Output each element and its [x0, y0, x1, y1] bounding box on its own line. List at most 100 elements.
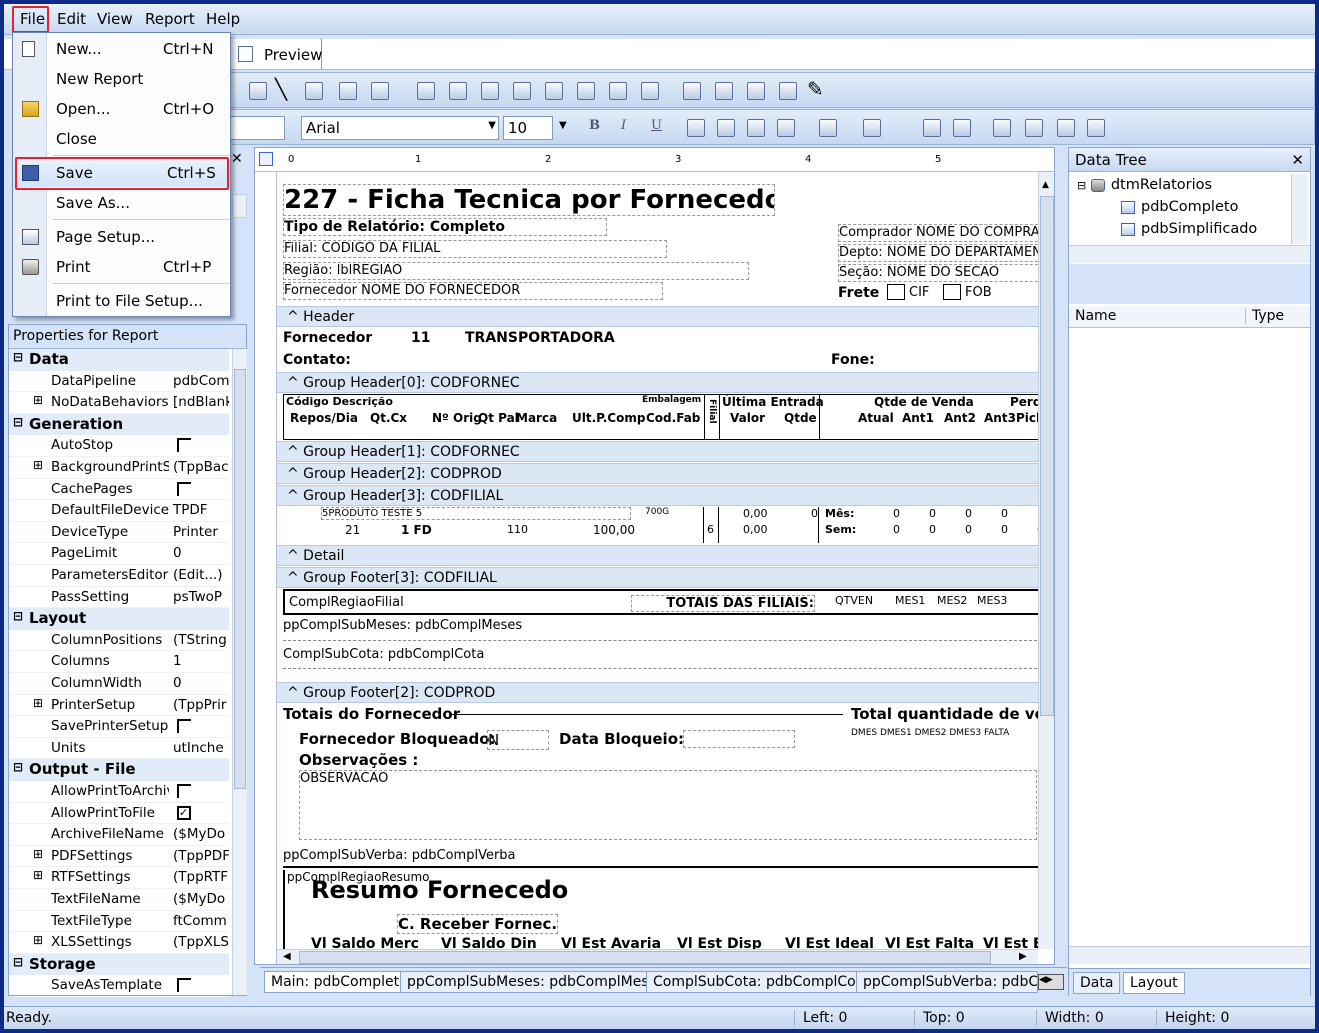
collapse-icon[interactable]: ⊟ — [13, 609, 23, 623]
component-icon[interactable] — [249, 82, 267, 100]
highlight-color-icon[interactable] — [863, 119, 881, 137]
menu-item-open[interactable]: Open... Ctrl+O — [13, 95, 230, 123]
property-row[interactable]: DefaultFileDevice TPDF — [9, 500, 229, 522]
italic-button[interactable]: I — [621, 118, 626, 133]
dbrichtext-icon[interactable] — [481, 82, 499, 100]
style-combo[interactable] — [227, 116, 285, 140]
page-break-icon[interactable] — [779, 82, 797, 100]
property-row[interactable]: ArchiveFileName ($MyDo — [9, 824, 229, 846]
totais-fornecedor-label[interactable]: Totais do Fornecedor — [283, 705, 460, 723]
column-name-header[interactable]: Name — [1075, 308, 1116, 324]
collapse-icon[interactable]: ⊟ — [13, 415, 23, 429]
properties-scrollbar[interactable] — [232, 349, 247, 995]
menu-report[interactable]: Report — [141, 10, 199, 28]
property-row[interactable]: ⊞ BackgroundPrintSe (TppBac — [9, 457, 229, 479]
property-row[interactable]: ⊞ RTFSettings (TppRTF — [9, 867, 229, 889]
tab-layout[interactable]: Layout — [1123, 972, 1185, 994]
pen-icon[interactable]: ✎ — [807, 77, 824, 101]
tab-sub-cota[interactable]: ComplSubCota: pdbComplCota — [646, 971, 877, 993]
property-row[interactable]: AllowPrintToFile ✓ — [9, 803, 229, 825]
expand-icon[interactable]: ⊞ — [33, 393, 43, 407]
bring-forward-icon[interactable] — [1057, 119, 1075, 137]
border-icon[interactable] — [953, 119, 971, 137]
tipo-relatorio-label[interactable]: Tipo de Relatório: Completo — [283, 218, 607, 236]
property-row[interactable]: SaveAsTemplate — [9, 975, 229, 997]
dbcheckbox-icon[interactable] — [609, 82, 627, 100]
property-row[interactable]: TextFileName ($MyDo — [9, 889, 229, 911]
fone-label[interactable]: Fone: — [831, 352, 875, 368]
menu-item-print[interactable]: Print Ctrl+P — [13, 253, 230, 281]
gf2-columns[interactable]: DMES DMES1 DMES2 DMES3 FALTA — [851, 728, 1009, 738]
ruler-units-icon[interactable] — [259, 152, 273, 166]
tab-scroll-icon[interactable]: ◀▶ — [1038, 974, 1064, 990]
bring-to-front-icon[interactable] — [993, 119, 1011, 137]
font-color-icon[interactable] — [819, 119, 837, 137]
band-group-header-3[interactable]: ^ Group Header[3]: CODFILIAL — [277, 485, 1038, 506]
scrollbar-thumb[interactable] — [1040, 196, 1054, 716]
property-row[interactable]: PageLimit 0 — [9, 543, 229, 565]
dbchart-icon[interactable] — [641, 82, 659, 100]
band-header[interactable]: ^ Header — [277, 306, 1038, 327]
tab-sub-verba[interactable]: ppComplSubVerba: pdbCo — [856, 971, 1038, 993]
dbtext-icon[interactable] — [417, 82, 435, 100]
regiao-resumo-region[interactable]: ppComplRegiaoResumo Resumo Fornecedo C. … — [283, 870, 1052, 952]
property-section[interactable]: ⊟ Layout — [9, 608, 229, 630]
line-icon[interactable]: ╲ — [275, 77, 287, 101]
comprador-label[interactable]: Comprador NOME DO COMPRA — [838, 224, 1048, 242]
tab-main[interactable]: Main: pdbCompleto — [264, 971, 415, 993]
secao-label[interactable]: Seção: NOME DO SECAO — [838, 264, 1048, 282]
fields-horizontal-scrollbar[interactable] — [1069, 946, 1310, 964]
menu-item-page-setup[interactable]: Page Setup... — [13, 223, 230, 251]
align-center-icon[interactable] — [717, 119, 735, 137]
align-left-icon[interactable] — [687, 119, 705, 137]
font-size-combo[interactable]: 10 — [503, 116, 553, 140]
design-horizontal-scrollbar[interactable]: ◀ ▶ — [277, 949, 1038, 964]
send-backward-icon[interactable] — [1087, 119, 1105, 137]
unchecked-checkbox[interactable] — [177, 978, 191, 993]
fornecedor-bloqueado-label[interactable]: Fornecedor Bloqueado: — [299, 730, 496, 748]
memo-icon[interactable] — [305, 82, 323, 100]
property-row[interactable]: ColumnWidth 0 — [9, 673, 229, 695]
property-row[interactable]: ⊞ PrinterSetup (TppPrir — [9, 695, 229, 717]
fornecedor-header-label[interactable]: Fornecedor NOME DO FORNECEDOR — [283, 282, 663, 300]
frete-label[interactable]: Frete — [838, 285, 879, 301]
band-group-header-0[interactable]: ^ Group Header[0]: CODFORNEC — [277, 372, 1038, 393]
property-section[interactable]: ⊟ Output - File — [9, 759, 229, 781]
property-row[interactable]: PassSetting psTwoP — [9, 587, 229, 609]
tree-item-pdbsimplificado[interactable]: pdbSimplificado — [1121, 221, 1257, 237]
menu-help[interactable]: Help — [202, 10, 244, 28]
underline-button[interactable]: U — [651, 118, 662, 133]
preview-button[interactable]: Preview — [232, 39, 322, 69]
checked-checkbox[interactable]: ✓ — [177, 805, 191, 820]
expand-icon[interactable]: ⊞ — [33, 458, 43, 472]
collapse-icon[interactable]: ⊟ — [13, 350, 23, 364]
property-row[interactable]: ⊞ XLSSettings (TppXLS — [9, 932, 229, 954]
detail-content[interactable]: 5PRODUTO TESTE 5 700G 0,00 0 Mês: 0 0 0 … — [283, 507, 1047, 545]
property-row[interactable]: TextFileType ftComm — [9, 911, 229, 933]
report-title[interactable]: 227 - Ficha Tecnica por Fornecedor — [283, 184, 775, 216]
property-row[interactable]: ⊞ NoDataBehaviors [ndBlank — [9, 392, 229, 414]
sub-meses-label[interactable]: ppComplSubMeses: pdbComplMeses — [283, 618, 522, 633]
property-row[interactable]: Units utInche — [9, 738, 229, 760]
menu-item-close[interactable]: Close — [13, 125, 230, 153]
collapse-icon[interactable]: ⊟ — [13, 955, 23, 969]
depto-label[interactable]: Depto: NOME DO DEPARTAMEN — [838, 244, 1048, 262]
fornecedor-name[interactable]: TRANSPORTADORA — [465, 330, 615, 346]
property-row[interactable]: Columns 1 — [9, 651, 229, 673]
collapse-icon[interactable]: ⊟ — [13, 760, 23, 774]
menu-item-save-as[interactable]: Save As... — [13, 189, 230, 217]
close-icon[interactable] — [371, 82, 389, 100]
fornecedor-bloqueado-value[interactable]: N — [487, 730, 549, 750]
band-detail[interactable]: ^ Detail — [277, 545, 1038, 566]
fornecedor-label[interactable]: Fornecedor — [283, 330, 372, 346]
cif-checkbox[interactable] — [887, 284, 905, 300]
unchecked-checkbox[interactable] — [177, 719, 191, 734]
data-bloqueio-label[interactable]: Data Bloqueio: — [559, 730, 684, 748]
fob-checkbox[interactable] — [943, 284, 961, 300]
dbbarcode-icon[interactable] — [577, 82, 595, 100]
report-design-area[interactable]: 0 1 2 3 4 5 227 - Ficha Tecnica por Forn… — [254, 147, 1055, 965]
property-row[interactable]: AutoStop — [9, 435, 229, 457]
collapse-icon[interactable]: ⊟ — [1077, 179, 1086, 192]
observacao-box[interactable]: OBSERVACAO — [299, 770, 1037, 840]
total-quantidade-venda-label[interactable]: Total quantidade de venda — [851, 705, 1054, 723]
